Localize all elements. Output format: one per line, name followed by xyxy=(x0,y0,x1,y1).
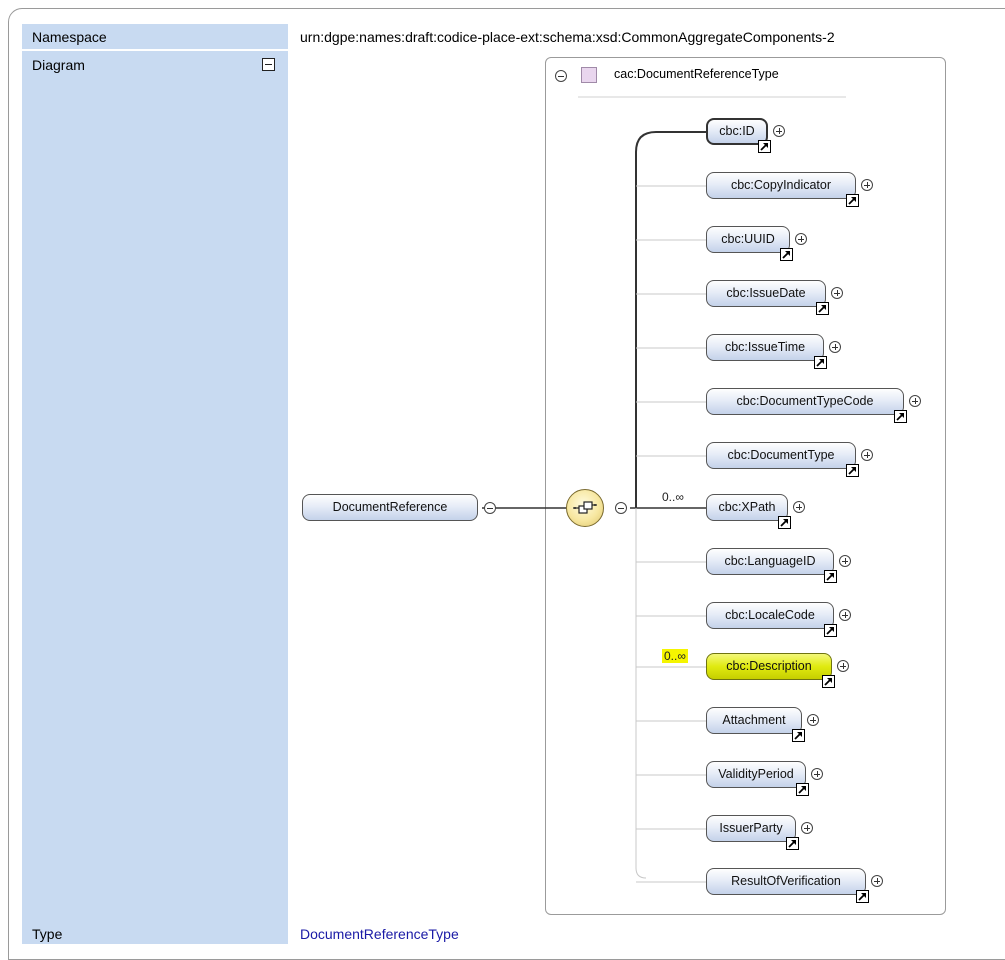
root-element-node[interactable]: DocumentReference xyxy=(302,494,478,521)
expand-icon[interactable] xyxy=(807,714,819,726)
expand-icon[interactable] xyxy=(839,555,851,567)
reference-arrow-icon xyxy=(824,570,837,583)
child-element-node[interactable]: cbc:Description xyxy=(706,653,832,680)
cardinality-label: 0..∞ xyxy=(662,649,688,663)
reference-arrow-icon xyxy=(846,464,859,477)
child-element-node[interactable]: cbc:IssueTime xyxy=(706,334,824,361)
expand-icon[interactable] xyxy=(801,822,813,834)
expand-icon[interactable] xyxy=(829,341,841,353)
child-element-node[interactable]: cbc:DocumentType xyxy=(706,442,856,469)
expand-icon[interactable] xyxy=(811,768,823,780)
reference-arrow-icon xyxy=(780,248,793,261)
child-element-node[interactable]: cbc:IssueDate xyxy=(706,280,826,307)
expand-icon[interactable] xyxy=(831,287,843,299)
expand-icon[interactable] xyxy=(839,609,851,621)
cardinality-label: 0..∞ xyxy=(662,490,684,504)
reference-arrow-icon xyxy=(778,516,791,529)
child-element-node[interactable]: cbc:CopyIndicator xyxy=(706,172,856,199)
expand-icon[interactable] xyxy=(795,233,807,245)
expand-icon[interactable] xyxy=(861,179,873,191)
sequence-collapse-icon[interactable] xyxy=(615,502,627,514)
child-element-node[interactable]: cbc:LocaleCode xyxy=(706,602,834,629)
reference-arrow-icon xyxy=(856,890,869,903)
reference-arrow-icon xyxy=(846,194,859,207)
child-element-node[interactable]: cbc:XPath xyxy=(706,494,788,521)
expand-icon[interactable] xyxy=(909,395,921,407)
reference-arrow-icon xyxy=(814,356,827,369)
reference-arrow-icon xyxy=(792,729,805,742)
child-element-node[interactable]: ValidityPeriod xyxy=(706,761,806,788)
child-element-node[interactable]: Attachment xyxy=(706,707,802,734)
child-element-node[interactable]: cbc:UUID xyxy=(706,226,790,253)
reference-arrow-icon xyxy=(894,410,907,423)
expand-icon[interactable] xyxy=(773,125,785,137)
child-element-node[interactable]: cbc:DocumentTypeCode xyxy=(706,388,904,415)
sequence-icon xyxy=(566,489,604,527)
reference-arrow-icon xyxy=(786,837,799,850)
reference-arrow-icon xyxy=(796,783,809,796)
child-element-node[interactable]: ResultOfVerification xyxy=(706,868,866,895)
expand-icon[interactable] xyxy=(793,501,805,513)
reference-arrow-icon xyxy=(816,302,829,315)
child-element-node[interactable]: cbc:LanguageID xyxy=(706,548,834,575)
reference-arrow-icon xyxy=(758,140,771,153)
child-element-node[interactable]: IssuerParty xyxy=(706,815,796,842)
root-collapse-icon[interactable] xyxy=(484,502,496,514)
expand-icon[interactable] xyxy=(837,660,849,672)
expand-icon[interactable] xyxy=(871,875,883,887)
expand-icon[interactable] xyxy=(861,449,873,461)
reference-arrow-icon xyxy=(824,624,837,637)
reference-arrow-icon xyxy=(822,675,835,688)
